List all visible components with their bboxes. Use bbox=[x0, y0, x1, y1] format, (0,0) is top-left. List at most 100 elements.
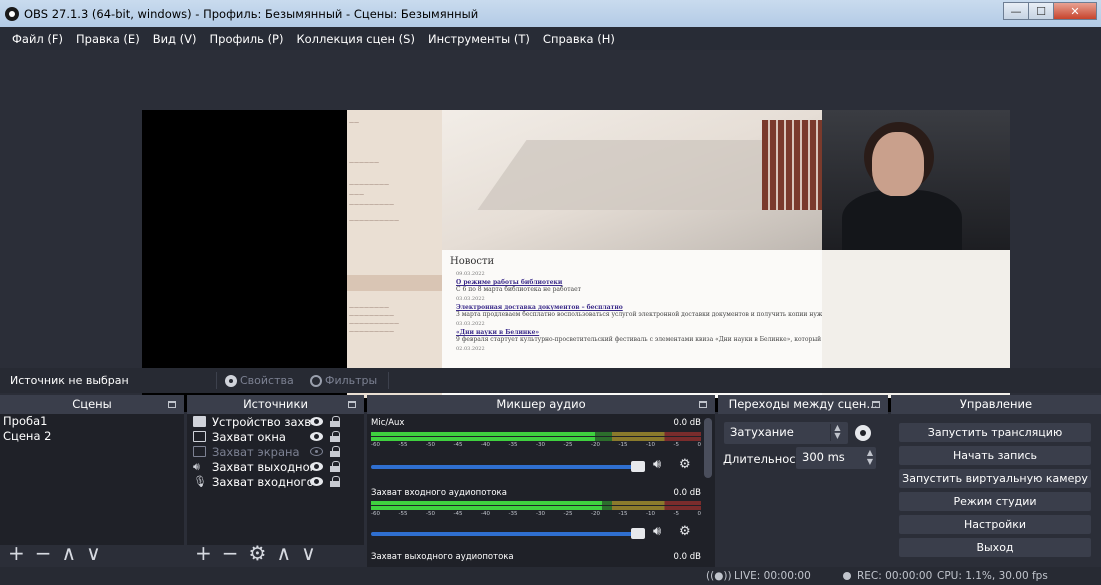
controls-title-label: Управление bbox=[959, 397, 1033, 411]
lock-icon[interactable] bbox=[330, 416, 340, 427]
properties-button[interactable]: Свойства bbox=[225, 371, 294, 390]
preview-area[interactable]: —— —————— ———————— ——— ————————— ———————… bbox=[0, 50, 1101, 412]
scene-item[interactable]: Проба1 bbox=[0, 414, 184, 429]
fader-handle[interactable] bbox=[631, 528, 645, 539]
transition-select[interactable]: Затухание ▲ ▼ bbox=[724, 422, 848, 444]
channel-db: 0.0 dB bbox=[673, 488, 701, 498]
filters-button[interactable]: Фильтры bbox=[310, 371, 377, 390]
source-item[interactable]: Устройство захват bbox=[187, 414, 364, 429]
speaker-icon[interactable]: 🔊︎ bbox=[653, 524, 661, 539]
menu-edit[interactable]: Правка (E) bbox=[76, 32, 140, 46]
start-streaming-button[interactable]: Запустить трансляцию bbox=[899, 423, 1091, 442]
sources-list[interactable]: Устройство захват Захват окна Захват экр… bbox=[187, 414, 364, 545]
source-item[interactable]: Захват окна bbox=[187, 429, 364, 444]
close-button[interactable]: ✕ bbox=[1053, 2, 1097, 20]
scenes-footer: + − ∧ ∨ bbox=[0, 539, 184, 567]
transitions-dock: Переходы между сцен... Затухание ▲ ▼ Длит… bbox=[718, 395, 888, 567]
controls-dock: Управление Запустить трансляцию Начать з… bbox=[891, 395, 1101, 567]
no-source-label: Источник не выбран bbox=[10, 374, 129, 387]
minimize-button[interactable]: — bbox=[1003, 2, 1029, 20]
undock-icon[interactable] bbox=[168, 401, 176, 408]
hidden-eye-icon[interactable] bbox=[310, 447, 323, 456]
source-item[interactable]: 🎙︎ Захват входного а bbox=[187, 474, 364, 489]
sources-footer: + − ⚙ ∧ ∨ bbox=[187, 539, 364, 567]
title-bar: OBS 27.1.3 (64-bit, windows) - Профиль: … bbox=[0, 0, 1101, 27]
scene-item[interactable]: Сцена 2 bbox=[0, 429, 184, 444]
source-item[interactable]: 🔊︎ Захват выходного bbox=[187, 459, 364, 474]
scenes-list[interactable]: Проба1 Сцена 2 bbox=[0, 414, 184, 545]
volume-fader[interactable] bbox=[371, 461, 645, 472]
preview-canvas[interactable]: —— —————— ———————— ——— ————————— ———————… bbox=[142, 110, 1010, 412]
volume-meter bbox=[371, 437, 701, 441]
source-item[interactable]: Захват экрана bbox=[187, 444, 364, 459]
source-toolbar: Источник не выбран Свойства Фильтры bbox=[0, 368, 1101, 393]
mixer-scrollbar[interactable] bbox=[701, 414, 715, 567]
meter-ticks: -60 -55 -50 -45 -40 -35 -30 -25 -20 -15 -10 -5 0 bbox=[371, 442, 701, 448]
mixer-channel: Mic/Aux 0.0 dB -60 -55 -50 -45 -40 -35 -30 -25-… bbox=[371, 418, 701, 480]
undock-icon[interactable] bbox=[872, 401, 880, 408]
source-properties-button[interactable]: ⚙ bbox=[249, 541, 267, 565]
mixer-body: Mic/Aux 0.0 dB -60 -55 -50 -45 -40 -35 -30 -25-… bbox=[367, 414, 715, 567]
start-recording-button[interactable]: Начать запись bbox=[899, 446, 1091, 465]
start-virtual-camera-button[interactable]: Запустить виртуальную камеру bbox=[899, 469, 1091, 488]
fader-handle[interactable] bbox=[631, 461, 645, 472]
menu-scene-collection[interactable]: Коллекция сцен (S) bbox=[296, 32, 414, 46]
mixer-title-label: Микшер аудио bbox=[496, 397, 586, 411]
undock-icon[interactable] bbox=[348, 401, 356, 408]
lock-icon[interactable] bbox=[330, 476, 340, 487]
scrollbar-thumb[interactable] bbox=[704, 418, 712, 478]
live-time: LIVE: 00:00:00 bbox=[734, 570, 811, 582]
speaker-icon: 🔊︎ bbox=[193, 460, 200, 473]
lock-icon[interactable] bbox=[330, 431, 340, 442]
spin-arrows-icon[interactable]: ▲ ▼ bbox=[867, 448, 873, 466]
speaker-icon[interactable]: 🔊︎ bbox=[653, 457, 661, 472]
studio-mode-button[interactable]: Режим студии bbox=[899, 492, 1091, 511]
visibility-eye-icon[interactable] bbox=[310, 417, 323, 426]
menu-tools[interactable]: Инструменты (T) bbox=[428, 32, 530, 46]
move-up-button[interactable]: ∧ bbox=[276, 541, 291, 565]
lock-icon[interactable] bbox=[330, 446, 340, 457]
remove-source-button[interactable]: − bbox=[222, 541, 239, 565]
cpu-fps: CPU: 1.1%, 30.00 fps bbox=[937, 570, 1048, 582]
lock-icon[interactable] bbox=[330, 461, 340, 472]
camera-icon bbox=[193, 416, 206, 427]
remove-scene-button[interactable]: − bbox=[35, 541, 52, 565]
volume-meter bbox=[371, 501, 701, 505]
menu-view[interactable]: Вид (V) bbox=[153, 32, 197, 46]
move-down-button[interactable]: ∨ bbox=[301, 541, 316, 565]
add-scene-button[interactable]: + bbox=[8, 541, 25, 565]
gear-icon[interactable]: ⚙ bbox=[679, 457, 691, 472]
transition-gear-icon[interactable] bbox=[855, 425, 871, 441]
menu-help[interactable]: Справка (H) bbox=[543, 32, 615, 46]
gear-icon[interactable]: ⚙ bbox=[679, 524, 691, 539]
status-bar: ((●)) LIVE: 00:00:00 REC: 00:00:00 CPU: … bbox=[0, 567, 1101, 585]
move-down-button[interactable]: ∨ bbox=[86, 541, 101, 565]
maximize-button[interactable]: ☐ bbox=[1028, 2, 1054, 20]
mixer-title: Микшер аудио bbox=[367, 395, 715, 414]
volume-meter bbox=[371, 432, 701, 436]
channel-name: Захват выходного аудиопотока bbox=[371, 552, 514, 562]
exit-button[interactable]: Выход bbox=[899, 538, 1091, 557]
scenes-dock: Сцены Проба1 Сцена 2 + − ∧ ∨ bbox=[0, 395, 184, 567]
add-source-button[interactable]: + bbox=[195, 541, 212, 565]
move-up-button[interactable]: ∧ bbox=[62, 541, 77, 565]
visibility-eye-icon[interactable] bbox=[310, 477, 323, 486]
visibility-eye-icon[interactable] bbox=[310, 432, 323, 441]
menu-file[interactable]: Файл (F) bbox=[12, 32, 63, 46]
rec-time: REC: 00:00:00 bbox=[857, 570, 933, 582]
menu-profile[interactable]: Профиль (P) bbox=[210, 32, 284, 46]
filters-label: Фильтры bbox=[325, 374, 378, 387]
visibility-eye-icon[interactable] bbox=[310, 462, 323, 471]
settings-button[interactable]: Настройки bbox=[899, 515, 1091, 534]
duration-spinbox[interactable]: 300 ms ▲ ▼ bbox=[796, 447, 876, 469]
filter-icon bbox=[310, 374, 322, 387]
volume-fader[interactable] bbox=[371, 528, 645, 539]
undock-icon[interactable] bbox=[699, 401, 707, 408]
transitions-title: Переходы между сцен... bbox=[718, 395, 888, 414]
broadcast-icon: ((●)) bbox=[706, 570, 732, 582]
chevron-updown-icon: ▲ ▼ bbox=[830, 424, 844, 441]
gear-icon bbox=[225, 374, 237, 387]
source-label: Захват входного а bbox=[212, 474, 312, 489]
channel-db: 0.0 dB bbox=[673, 552, 701, 562]
menu-bar: Файл (F) Правка (E) Вид (V) Профиль (P) … bbox=[0, 27, 1101, 50]
